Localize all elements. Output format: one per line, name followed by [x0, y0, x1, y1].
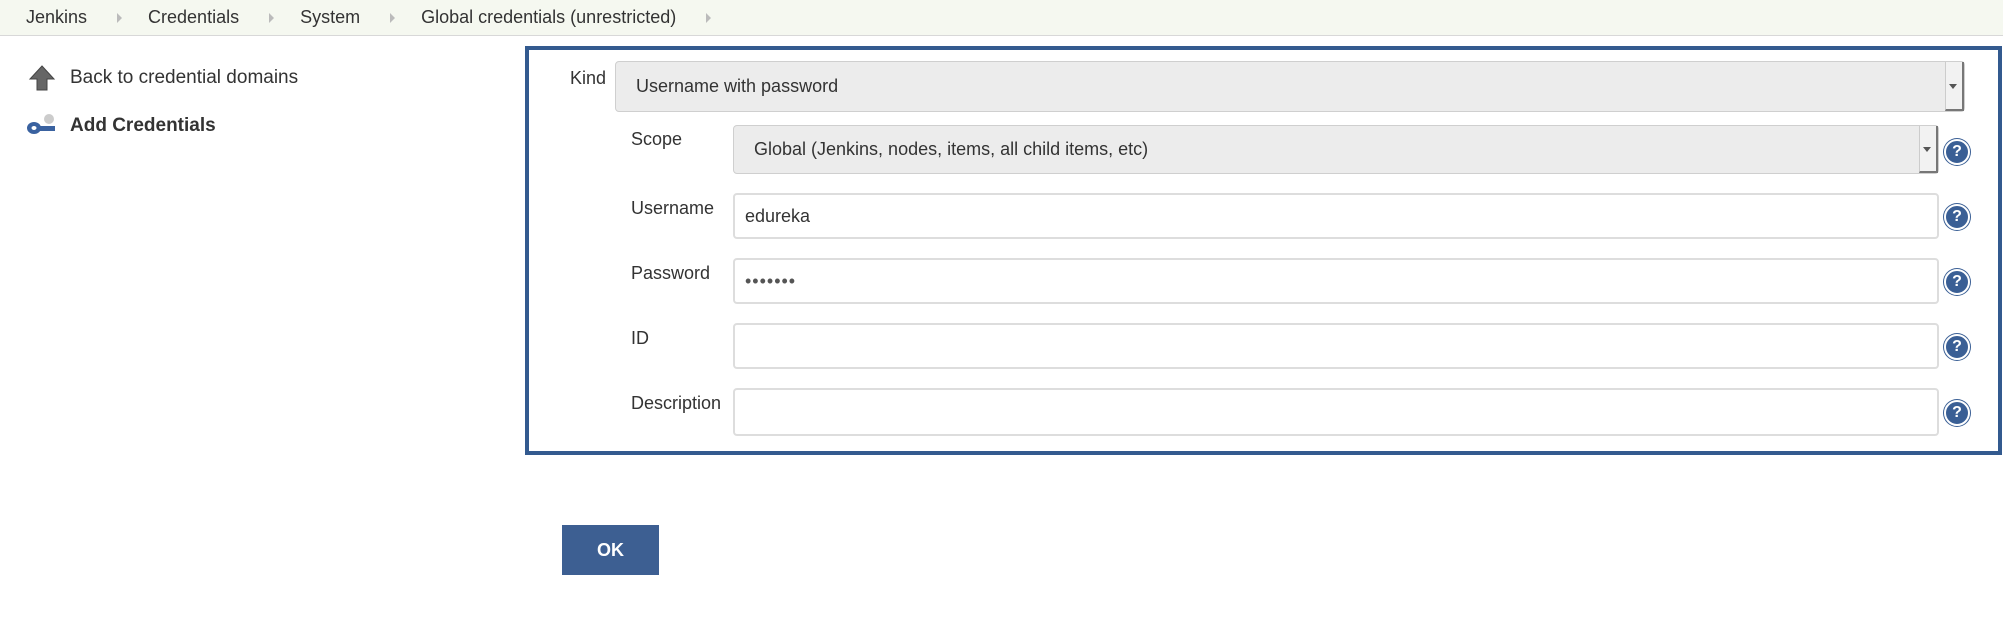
breadcrumb-separator-icon[interactable]	[117, 12, 123, 23]
breadcrumb-credentials[interactable]: Credentials	[148, 7, 239, 28]
id-help-icon[interactable]: ?	[1944, 334, 1970, 360]
add-credentials-link[interactable]: Add Credentials	[26, 112, 216, 140]
kind-value: Username with password	[636, 76, 839, 96]
description-label: Description	[631, 393, 722, 413]
chevron-down-icon[interactable]	[1945, 62, 1964, 111]
scope-help-icon[interactable]: ?	[1944, 139, 1970, 165]
description-help-icon[interactable]: ?	[1944, 400, 1970, 426]
breadcrumb-jenkins[interactable]: Jenkins	[26, 7, 87, 28]
password-help-icon[interactable]: ?	[1944, 269, 1970, 295]
password-input[interactable]: •••••••	[733, 258, 1939, 304]
id-label: ID	[631, 328, 649, 348]
scope-value: Global (Jenkins, nodes, items, all child…	[754, 139, 1149, 159]
back-to-domains-link[interactable]: Back to credential domains	[28, 64, 298, 92]
kind-select[interactable]: Username with password	[615, 61, 1965, 112]
breadcrumb-separator-icon[interactable]	[706, 12, 712, 23]
add-credentials-label: Add Credentials	[70, 115, 216, 136]
key-icon	[27, 114, 55, 134]
username-input[interactable]: edureka	[733, 193, 1939, 239]
username-help-icon[interactable]: ?	[1944, 204, 1970, 230]
breadcrumb: Jenkins Credentials System Global creden…	[0, 0, 2003, 36]
up-arrow-icon	[28, 65, 56, 91]
chevron-down-icon[interactable]	[1919, 126, 1938, 173]
description-input[interactable]	[733, 388, 1939, 436]
breadcrumb-system[interactable]: System	[300, 7, 360, 28]
breadcrumb-global-credentials[interactable]: Global credentials (unrestricted)	[421, 7, 676, 28]
breadcrumb-separator-icon[interactable]	[390, 12, 396, 23]
scope-label: Scope	[631, 129, 683, 149]
password-label: Password	[631, 263, 711, 283]
username-label: Username	[631, 198, 715, 218]
back-label: Back to credential domains	[70, 67, 299, 88]
scope-select[interactable]: Global (Jenkins, nodes, items, all child…	[733, 125, 1939, 174]
id-input[interactable]	[733, 323, 1939, 369]
kind-label: Kind	[570, 68, 607, 88]
breadcrumb-separator-icon[interactable]	[269, 12, 275, 23]
ok-button[interactable]: OK	[562, 525, 659, 575]
